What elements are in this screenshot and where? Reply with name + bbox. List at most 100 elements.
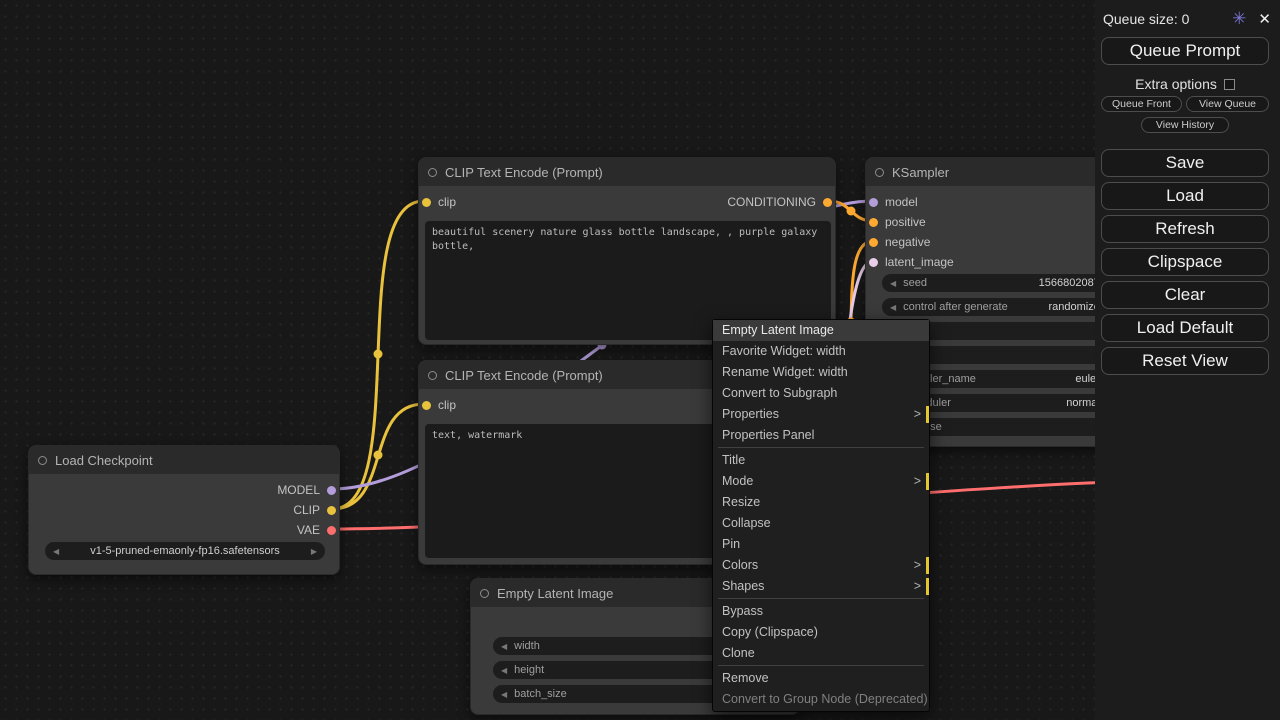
submenu-accent-bar	[926, 578, 929, 595]
node-load-checkpoint[interactable]: Load Checkpoint MODEL CLIP VAE ◀ v1-5-pr…	[28, 445, 340, 575]
settings-gear-icon[interactable]: ✳	[1232, 9, 1246, 29]
reset-view-button[interactable]: Reset View	[1101, 347, 1269, 375]
clip-slot-icon[interactable]	[422, 401, 431, 410]
queue-size-label: Queue size: 0	[1103, 11, 1232, 27]
refresh-button[interactable]: Refresh	[1101, 215, 1269, 243]
collapse-dot-icon[interactable]	[428, 371, 437, 380]
context-menu-item-shapes[interactable]: Shapes >	[713, 576, 929, 597]
queue-front-button[interactable]: Queue Front	[1101, 96, 1182, 112]
submenu-arrow-icon: >	[914, 404, 921, 425]
context-menu-item-bypass[interactable]: Bypass	[713, 601, 929, 622]
submenu-accent-bar	[926, 473, 929, 490]
context-menu-item-properties-panel[interactable]: Properties Panel	[713, 425, 929, 446]
model-slot-icon[interactable]	[869, 198, 878, 207]
submenu-accent-bar	[926, 406, 929, 423]
collapse-dot-icon[interactable]	[38, 456, 47, 465]
widget-value: v1-5-pruned-emaonly-fp16.safetensors	[90, 545, 280, 557]
slot-label: MODEL	[277, 483, 320, 497]
context-menu-item-collapse[interactable]: Collapse	[713, 513, 929, 534]
input-slot-clip[interactable]: clip	[422, 194, 456, 210]
input-slot-positive[interactable]: positive	[869, 214, 926, 230]
extra-options-row: Extra options	[1101, 76, 1269, 92]
widget-label: seed	[903, 277, 927, 289]
view-history-button[interactable]: View History	[1141, 117, 1229, 133]
right-arrow-icon[interactable]: ▶	[311, 547, 317, 556]
left-arrow-icon[interactable]: ◀	[501, 666, 507, 675]
ckpt-name-widget[interactable]: ◀ v1-5-pruned-emaonly-fp16.safetensors ▶	[45, 542, 325, 560]
context-menu-item-rename-widget[interactable]: Rename Widget: width	[713, 362, 929, 383]
output-slot-clip[interactable]: CLIP	[293, 502, 336, 518]
slot-label: clip	[438, 195, 456, 209]
left-arrow-icon[interactable]: ◀	[53, 547, 59, 556]
close-icon[interactable]: ✕	[1258, 10, 1271, 28]
context-menu-item-convert-to-subgraph[interactable]: Convert to Subgraph	[713, 383, 929, 404]
clear-button[interactable]: Clear	[1101, 281, 1269, 309]
submenu-accent-bar	[926, 557, 929, 574]
input-slot-clip[interactable]: clip	[422, 397, 456, 413]
input-slot-model[interactable]: model	[869, 194, 918, 210]
context-menu-item-clone[interactable]: Clone	[713, 643, 929, 664]
node-header[interactable]: Load Checkpoint	[29, 446, 339, 474]
left-arrow-icon[interactable]: ◀	[501, 690, 507, 699]
slot-label: positive	[885, 215, 926, 229]
context-menu-item-pin[interactable]: Pin	[713, 534, 929, 555]
submenu-arrow-icon: >	[914, 555, 921, 576]
slot-label: clip	[438, 398, 456, 412]
view-queue-button[interactable]: View Queue	[1186, 96, 1269, 112]
extra-options-label: Extra options	[1135, 76, 1217, 92]
left-arrow-icon[interactable]: ◀	[501, 642, 507, 651]
slot-label: negative	[885, 235, 930, 249]
load-button[interactable]: Load	[1101, 182, 1269, 210]
conditioning-slot-icon[interactable]	[869, 238, 878, 247]
clipspace-button[interactable]: Clipspace	[1101, 248, 1269, 276]
context-menu-item-favorite-widget[interactable]: Favorite Widget: width	[713, 341, 929, 362]
node-header[interactable]: CLIP Text Encode (Prompt)	[419, 158, 835, 186]
collapse-dot-icon[interactable]	[480, 589, 489, 598]
conditioning-slot-icon[interactable]	[869, 218, 878, 227]
context-menu-item-resize[interactable]: Resize	[713, 492, 929, 513]
left-arrow-icon[interactable]: ◀	[890, 279, 896, 288]
control-after-generate-widget[interactable]: ◀ control after generate randomize ▶	[882, 298, 1121, 316]
context-menu-item-title[interactable]: Title	[713, 450, 929, 471]
clip-slot-icon[interactable]	[422, 198, 431, 207]
node-clip-text-encode-positive[interactable]: CLIP Text Encode (Prompt) clip CONDITION…	[418, 157, 836, 345]
queue-prompt-button[interactable]: Queue Prompt	[1101, 37, 1269, 65]
input-slot-latent-image[interactable]: latent_image	[869, 254, 954, 270]
latent-slot-icon[interactable]	[869, 258, 878, 267]
extra-options-checkbox[interactable]	[1224, 79, 1235, 90]
slot-label: model	[885, 195, 918, 209]
vae-slot-icon[interactable]	[327, 526, 336, 535]
clip-slot-icon[interactable]	[327, 506, 336, 515]
output-slot-vae[interactable]: VAE	[297, 522, 336, 538]
output-slot-conditioning[interactable]: CONDITIONING	[727, 194, 832, 210]
context-menu-item-mode[interactable]: Mode >	[713, 471, 929, 492]
collapse-dot-icon[interactable]	[875, 168, 884, 177]
input-slot-negative[interactable]: negative	[869, 234, 930, 250]
submenu-arrow-icon: >	[914, 576, 921, 597]
model-slot-icon[interactable]	[327, 486, 336, 495]
slot-label: latent_image	[885, 255, 954, 269]
main-menu-panel: Queue size: 0 ✳ ✕ Queue Prompt Extra opt…	[1095, 0, 1280, 720]
context-menu-item-remove[interactable]: Remove	[713, 668, 929, 689]
context-menu-item-copy-clipspace[interactable]: Copy (Clipspace)	[713, 622, 929, 643]
seed-widget[interactable]: ◀ seed 1566802087 ▶	[882, 274, 1121, 292]
node-title: CLIP Text Encode (Prompt)	[445, 165, 603, 180]
link-dot	[374, 451, 383, 460]
menu-header: Queue size: 0 ✳ ✕	[1103, 9, 1271, 29]
node-title: KSampler	[892, 165, 949, 180]
link-dot	[847, 207, 856, 216]
save-button[interactable]: Save	[1101, 149, 1269, 177]
widget-label: batch_size	[514, 688, 567, 700]
context-menu-separator	[718, 447, 924, 448]
left-arrow-icon[interactable]: ◀	[890, 303, 896, 312]
node-header[interactable]: KSampler	[866, 158, 1127, 186]
context-menu-item-properties[interactable]: Properties >	[713, 404, 929, 425]
collapse-dot-icon[interactable]	[428, 168, 437, 177]
widget-value: 1566802087	[1039, 277, 1100, 289]
context-menu-item-convert-to-group-node[interactable]: Convert to Group Node (Deprecated)	[713, 689, 929, 710]
link-dot	[374, 350, 383, 359]
context-menu-item-colors[interactable]: Colors >	[713, 555, 929, 576]
conditioning-slot-icon[interactable]	[823, 198, 832, 207]
output-slot-model[interactable]: MODEL	[277, 482, 336, 498]
load-default-button[interactable]: Load Default	[1101, 314, 1269, 342]
